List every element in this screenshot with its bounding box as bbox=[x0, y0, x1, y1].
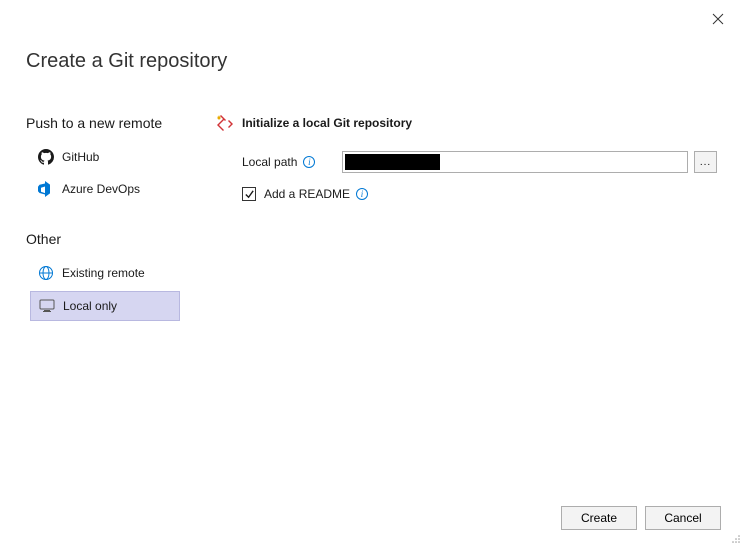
sidebar-section-other: Other bbox=[26, 231, 206, 247]
readme-checkbox-label: Add a README i bbox=[264, 187, 368, 201]
sidebar: Push to a new remote GitHub Azure DevOps… bbox=[26, 115, 206, 486]
sidebar-item-azure-devops[interactable]: Azure DevOps bbox=[30, 175, 180, 203]
desktop-icon bbox=[39, 298, 55, 314]
globe-icon bbox=[38, 265, 54, 281]
sidebar-item-label: Local only bbox=[63, 299, 117, 313]
create-button[interactable]: Create bbox=[561, 506, 637, 530]
sidebar-item-label: GitHub bbox=[62, 150, 99, 164]
resize-grip[interactable] bbox=[729, 532, 741, 544]
main-panel: Initialize a local Git repository Local … bbox=[206, 115, 717, 486]
sidebar-item-local-only[interactable]: Local only bbox=[30, 291, 180, 321]
local-path-input[interactable] bbox=[342, 151, 688, 173]
sidebar-item-github[interactable]: GitHub bbox=[30, 143, 180, 171]
git-init-icon bbox=[216, 115, 234, 133]
close-button[interactable] bbox=[711, 12, 725, 26]
sidebar-item-label: Azure DevOps bbox=[62, 182, 140, 196]
page-title: Create a Git repository bbox=[26, 50, 227, 73]
sidebar-section-push: Push to a new remote bbox=[26, 115, 206, 131]
browse-button[interactable]: ... bbox=[694, 151, 717, 173]
cancel-button[interactable]: Cancel bbox=[645, 506, 721, 530]
panel-heading: Initialize a local Git repository bbox=[242, 115, 412, 130]
github-icon bbox=[38, 149, 54, 165]
local-path-label: Local path i bbox=[242, 155, 342, 169]
azure-devops-icon bbox=[38, 181, 54, 197]
info-icon[interactable]: i bbox=[356, 188, 368, 200]
sidebar-item-label: Existing remote bbox=[62, 266, 145, 280]
dialog-footer: Create Cancel bbox=[561, 506, 721, 530]
close-icon bbox=[712, 13, 724, 25]
info-icon[interactable]: i bbox=[303, 156, 315, 168]
sidebar-item-existing-remote[interactable]: Existing remote bbox=[30, 259, 180, 287]
readme-checkbox[interactable] bbox=[242, 187, 256, 201]
check-icon bbox=[244, 189, 255, 200]
